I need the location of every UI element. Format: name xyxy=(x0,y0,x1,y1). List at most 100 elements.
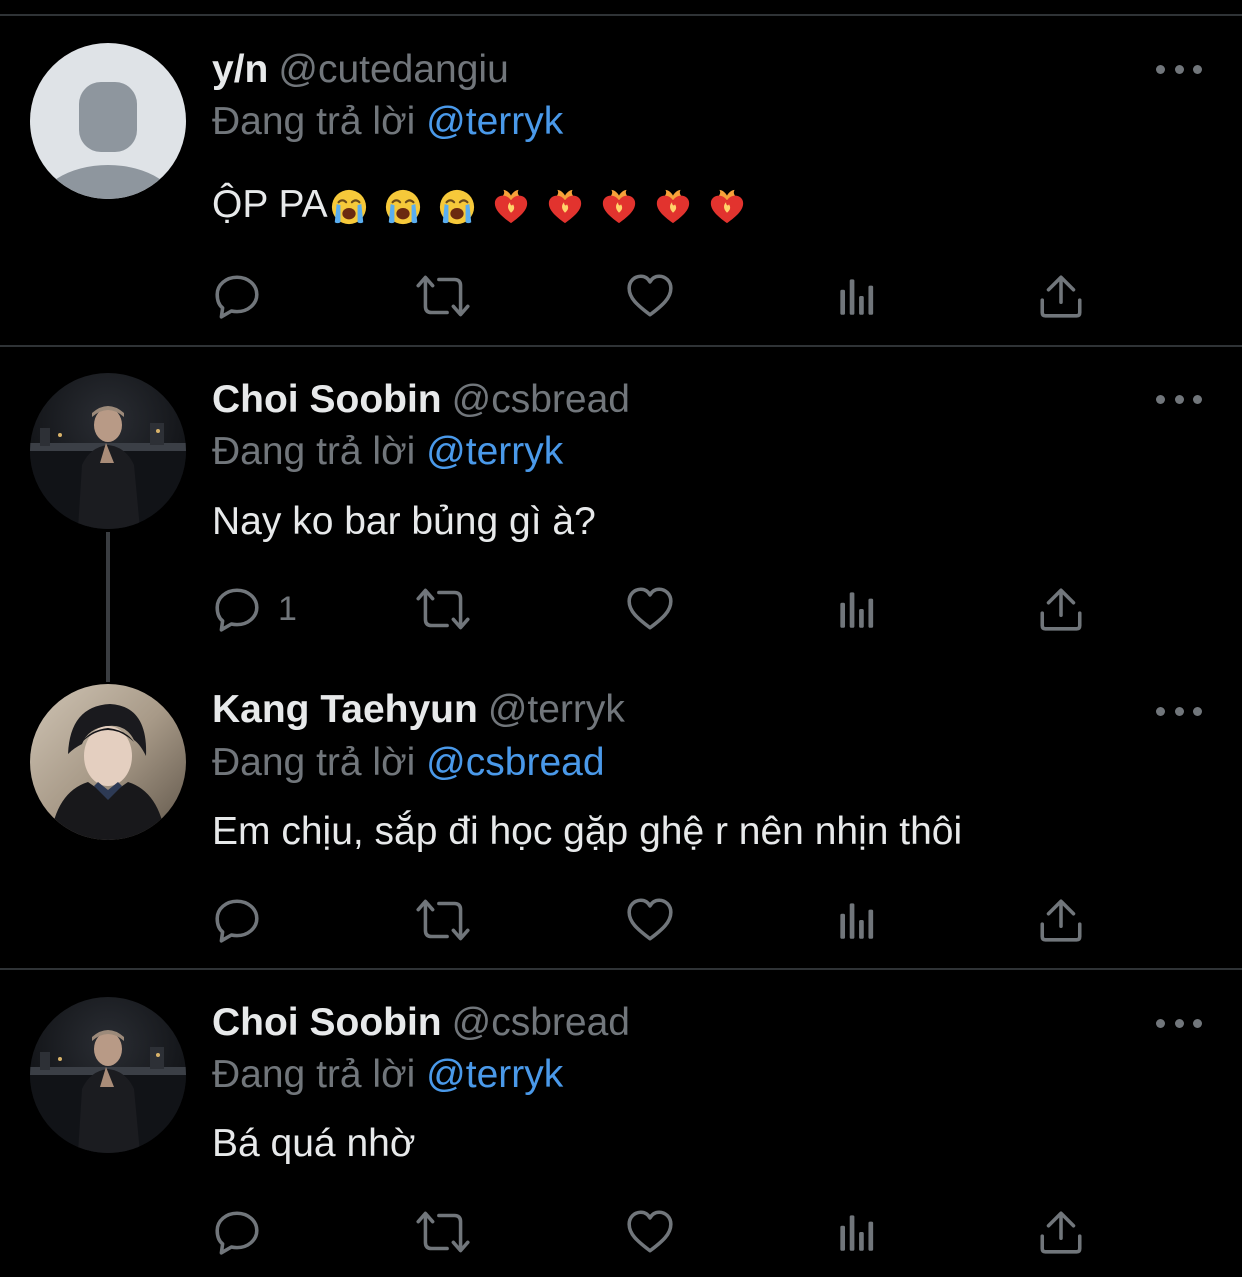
retweet-button[interactable] xyxy=(412,270,474,322)
replying-to-label: Đang trả lời xyxy=(212,741,416,784)
more-options-button[interactable] xyxy=(1156,1013,1202,1033)
retweet-icon xyxy=(412,1207,474,1257)
display-name[interactable]: Choi Soobin xyxy=(212,378,442,421)
mention-link[interactable]: @csbread xyxy=(426,741,604,784)
reply-button[interactable]: 1 xyxy=(212,583,297,635)
more-dot-icon xyxy=(1156,706,1165,716)
more-dot-icon xyxy=(1193,706,1202,716)
avatar[interactable] xyxy=(30,43,186,199)
loudly-crying-face-icon xyxy=(438,188,476,226)
display-name[interactable]: Choi Soobin xyxy=(212,1001,442,1044)
heart-on-fire-icon xyxy=(600,188,638,226)
more-dot-icon xyxy=(1174,706,1184,716)
analytics-button[interactable] xyxy=(832,583,882,635)
tweet-text: ỘP PA xyxy=(212,181,746,229)
night-city-portrait-photo xyxy=(30,1030,186,1153)
avatar[interactable] xyxy=(30,997,186,1153)
more-dot-icon xyxy=(1156,64,1165,74)
reply-count: 1 xyxy=(278,589,297,628)
analytics-icon xyxy=(832,271,882,321)
tweet[interactable]: y/n @cutedangiu Đang trả lời @terryk ỘP P… xyxy=(0,0,1242,346)
more-dot-icon xyxy=(1174,64,1184,74)
analytics-button[interactable] xyxy=(832,270,882,322)
more-options-button[interactable] xyxy=(1156,59,1202,79)
reply-button[interactable] xyxy=(212,894,278,946)
tweet-text-content: ỘP PA xyxy=(212,183,328,226)
handle[interactable]: @cutedangiu xyxy=(278,48,508,91)
handle[interactable]: @terryk xyxy=(488,688,625,731)
handle[interactable]: @csbread xyxy=(452,1001,630,1044)
more-options-button[interactable] xyxy=(1156,389,1202,409)
like-icon xyxy=(625,584,675,634)
share-button[interactable] xyxy=(1036,583,1086,635)
reply-icon xyxy=(212,895,262,945)
replying-to: Đang trả lời @csbread xyxy=(212,739,605,787)
loudly-crying-face-icon xyxy=(330,188,368,226)
retweet-button[interactable] xyxy=(412,894,474,946)
display-name[interactable]: Kang Taehyun xyxy=(212,688,478,731)
replying-to-label: Đang trả lời xyxy=(212,1053,416,1096)
more-dot-icon xyxy=(1193,1018,1202,1028)
like-icon xyxy=(625,1207,675,1257)
share-button[interactable] xyxy=(1036,1206,1086,1258)
more-options-button[interactable] xyxy=(1156,701,1202,721)
analytics-button[interactable] xyxy=(832,1206,882,1258)
avatar[interactable] xyxy=(30,373,186,529)
like-button[interactable] xyxy=(625,1206,675,1258)
like-icon xyxy=(625,271,675,321)
analytics-icon xyxy=(832,1207,882,1257)
like-button[interactable] xyxy=(625,583,675,635)
tweet-text: Em chịu, sắp đi học gặp ghệ r nên nhịn t… xyxy=(212,810,963,853)
tweet[interactable]: Choi Soobin @csbread Đang trả lời @terryk… xyxy=(0,347,1242,682)
replying-to-label: Đang trả lời xyxy=(212,430,416,473)
heart-on-fire-icon xyxy=(654,188,692,226)
analytics-button[interactable] xyxy=(832,894,882,946)
tweet-text: Bá quá nhờ xyxy=(212,1122,416,1165)
tweet-header: y/n @cutedangiu xyxy=(212,46,509,94)
analytics-icon xyxy=(832,895,882,945)
retweet-button[interactable] xyxy=(412,583,474,635)
more-dot-icon xyxy=(1174,1018,1184,1028)
share-icon xyxy=(1036,584,1086,634)
handle[interactable]: @csbread xyxy=(452,378,630,421)
share-button[interactable] xyxy=(1036,894,1086,946)
night-city-portrait-photo xyxy=(30,406,186,529)
replying-to: Đang trả lời @terryk xyxy=(212,428,563,476)
tweet-header: Choi Soobin @csbread xyxy=(212,999,630,1047)
more-dot-icon xyxy=(1156,394,1165,404)
replying-to: Đang trả lời @terryk xyxy=(212,98,563,146)
avatar[interactable] xyxy=(30,684,186,840)
mention-link[interactable]: @terryk xyxy=(426,430,563,473)
portrait-photo xyxy=(50,704,166,840)
share-icon xyxy=(1036,271,1086,321)
loudly-crying-face-icon xyxy=(384,188,422,226)
tweet[interactable]: Choi Soobin @csbread Đang trả lời @terryk… xyxy=(0,970,1242,1277)
reply-button[interactable] xyxy=(212,270,278,322)
share-icon xyxy=(1036,1207,1086,1257)
reply-icon xyxy=(212,584,262,634)
replying-to-label: Đang trả lời xyxy=(212,100,416,143)
mention-link[interactable]: @terryk xyxy=(426,100,563,143)
like-button[interactable] xyxy=(625,894,675,946)
reply-icon xyxy=(212,271,262,321)
display-name[interactable]: y/n xyxy=(212,48,268,91)
more-dot-icon xyxy=(1174,394,1184,404)
retweet-button[interactable] xyxy=(412,1206,474,1258)
heart-on-fire-icon xyxy=(492,188,530,226)
share-icon xyxy=(1036,895,1086,945)
tweet[interactable]: Kang Taehyun @terryk Đang trả lời @csbrea… xyxy=(0,657,1242,967)
mention-link[interactable]: @terryk xyxy=(426,1053,563,1096)
retweet-icon xyxy=(412,584,474,634)
more-dot-icon xyxy=(1193,394,1202,404)
reply-icon xyxy=(212,1207,262,1257)
more-dot-icon xyxy=(1156,1018,1165,1028)
replying-to: Đang trả lời @terryk xyxy=(212,1051,563,1099)
share-button[interactable] xyxy=(1036,270,1086,322)
reply-button[interactable] xyxy=(212,1206,278,1258)
heart-on-fire-icon xyxy=(708,188,746,226)
more-dot-icon xyxy=(1193,64,1202,74)
tweet-text: Nay ko bar bủng gì à? xyxy=(212,500,596,543)
tweet-header: Kang Taehyun @terryk xyxy=(212,686,625,734)
retweet-icon xyxy=(412,895,474,945)
like-button[interactable] xyxy=(625,270,675,322)
